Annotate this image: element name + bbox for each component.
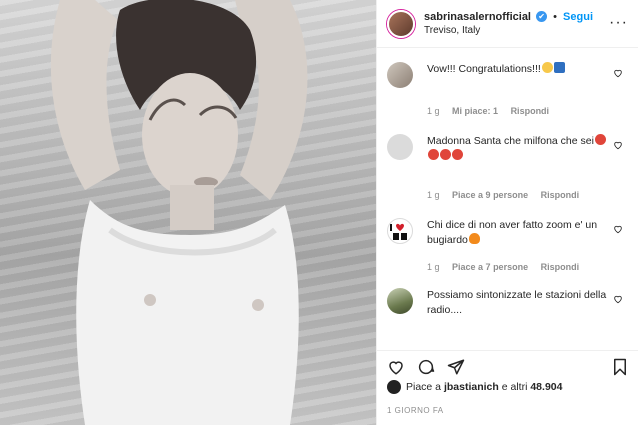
post-timestamp[interactable]: 1 GIORNO FA — [387, 406, 444, 415]
comment-time: 1 g — [427, 106, 440, 116]
likes-summary: Piace a jbastianich e altri 48.904 — [387, 380, 562, 394]
reply-button[interactable]: Rispondi — [541, 190, 580, 200]
comments-list: Vow!!! Congratulations!!! 1 g Mi piace: … — [377, 56, 638, 346]
heart-eyes-emoji-icon — [594, 134, 606, 145]
i-love-ny-logo-icon — [390, 223, 407, 240]
instagram-post: sabrinasalernofficial ✔ • Segui Treviso,… — [0, 0, 638, 425]
bookmark-icon[interactable] — [611, 358, 629, 376]
comment-heart-icon[interactable] — [613, 224, 623, 234]
follow-button[interactable]: Segui — [563, 11, 593, 23]
likes-count[interactable]: 48.904 — [530, 381, 562, 393]
heart-eyes-emoji-icon — [440, 149, 451, 160]
comment-likes[interactable]: Piace a 9 persone — [452, 190, 528, 200]
post-location[interactable]: Treviso, Italy — [424, 24, 593, 37]
comment-time: 1 g — [427, 190, 440, 200]
reply-button[interactable]: Rispondi — [511, 106, 550, 116]
photo-subject — [50, 0, 308, 425]
author-info: sabrinasalernofficial ✔ • Segui Treviso,… — [424, 11, 593, 37]
commenter-avatar[interactable] — [387, 62, 413, 88]
commenter-avatar[interactable] — [387, 288, 413, 314]
more-options-icon[interactable]: ··· — [609, 14, 628, 32]
author-avatar[interactable] — [387, 9, 415, 38]
comment-time: 1 g — [427, 262, 440, 272]
comment-heart-icon[interactable] — [613, 140, 623, 150]
heart-eyes-emoji-icon — [428, 149, 439, 160]
comment-text: Possiamo sintonizzate le stazioni della … — [427, 289, 607, 316]
liker-avatar[interactable] — [387, 380, 401, 394]
comment-heart-icon[interactable] — [613, 294, 623, 304]
smile-emoji-icon — [541, 62, 553, 73]
share-icon[interactable] — [447, 358, 465, 376]
commenter-avatar[interactable] — [387, 218, 413, 244]
comment-icon[interactable] — [417, 358, 435, 376]
heart-eyes-emoji-icon — [452, 149, 463, 160]
comment-heart-icon[interactable] — [613, 68, 623, 78]
comment-text: Chi dice di non aver fatto zoom e' un bu… — [427, 219, 598, 246]
likes-prefix: Piace a — [406, 381, 442, 393]
comment-text: Madonna Santa che milfona che sei — [427, 134, 607, 164]
author-username[interactable]: sabrinasalernofficial — [424, 11, 531, 23]
heart-icon[interactable] — [387, 358, 405, 376]
likes-middle: e altri — [501, 381, 528, 393]
post-photo[interactable] — [0, 0, 376, 425]
post-sidebar: sabrinasalernofficial ✔ • Segui Treviso,… — [376, 0, 638, 425]
commenter-avatar[interactable] — [387, 134, 413, 160]
reply-button[interactable]: Rispondi — [541, 262, 580, 272]
post-header: sabrinasalernofficial ✔ • Segui Treviso,… — [377, 0, 638, 48]
comment-meta: 1 g Mi piace: 1 Rispondi — [427, 106, 559, 116]
anchor-emoji-icon — [553, 62, 565, 73]
verified-badge-icon: ✔ — [536, 11, 548, 23]
comment-text: Vow!!! Congratulations!!! — [427, 62, 607, 77]
post-actions-bar — [377, 350, 638, 380]
comment-meta: 1 g Piace a 7 persone Rispondi — [427, 262, 589, 272]
comment-meta: 1 g Piace a 9 persone Rispondi — [427, 190, 589, 200]
fire-emoji-icon — [468, 233, 480, 244]
comment-likes[interactable]: Piace a 7 persone — [452, 262, 528, 272]
liker-username[interactable]: jbastianich — [444, 381, 499, 393]
comment-likes[interactable]: Mi piace: 1 — [452, 106, 498, 116]
separator-dot: • — [553, 10, 557, 23]
